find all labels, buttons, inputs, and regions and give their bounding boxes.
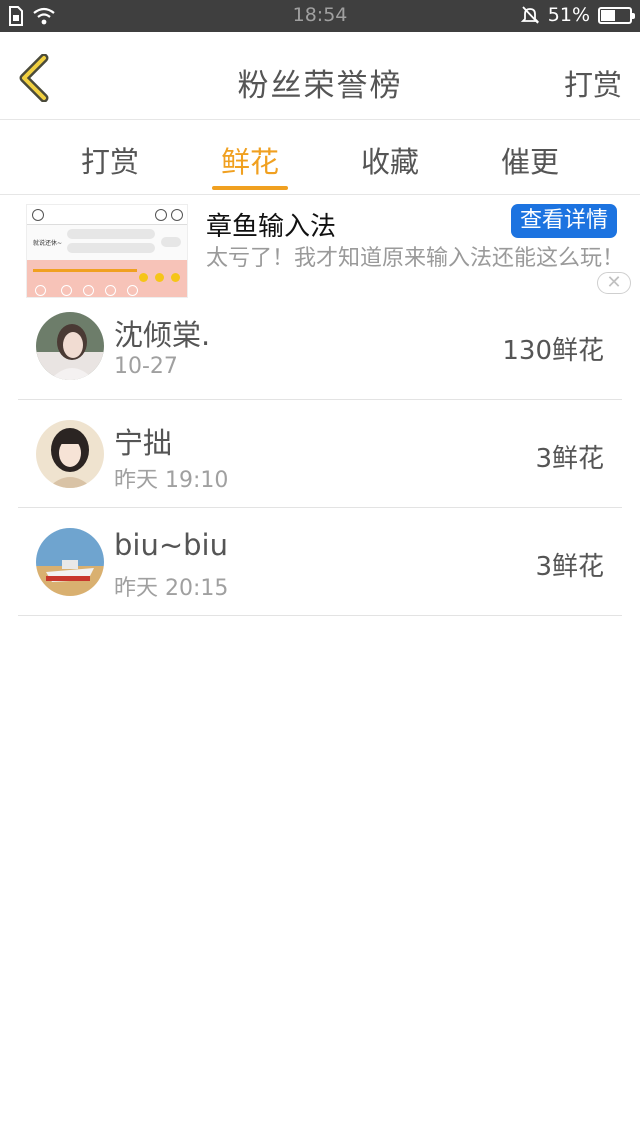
battery-percent: 51%: [547, 4, 590, 26]
fan-name: biu~biu: [114, 528, 228, 562]
ad-thumb-chip: [67, 229, 155, 239]
ad-thumb-back-icon: [32, 209, 44, 221]
ad-thumb-sun-icon: [139, 273, 148, 282]
ad-thumb-progress: [33, 269, 137, 272]
ad-thumbnail[interactable]: 就说还休~: [26, 204, 188, 298]
ad-banner[interactable]: 就说还休~ 章鱼输入法 查看详情 太亏了！我才知道原来输入法还能这么玩！: [0, 196, 640, 300]
ad-thumb-chip: [161, 237, 181, 247]
avatar: [36, 528, 104, 596]
ad-thumb-emoji-icon: [155, 209, 167, 221]
fan-row[interactable]: 宁拙 昨天 19:10 3鲜花: [18, 400, 622, 508]
avatar: [36, 420, 104, 488]
fan-flower-count: 3鲜花: [535, 552, 604, 582]
ad-title: 章鱼输入法: [206, 212, 337, 242]
page-title: 粉丝荣誉榜: [237, 68, 403, 104]
ad-thumb-plus-icon: [171, 209, 183, 221]
avatar-image: [36, 312, 104, 380]
tab-flowers[interactable]: 鲜花: [200, 121, 300, 194]
status-right-icons: 51%: [520, 4, 635, 26]
avatar: [36, 312, 104, 380]
tab-urge-update[interactable]: 催更: [480, 121, 580, 194]
fan-flower-count: 3鲜花: [535, 444, 604, 474]
ad-thumb-sun-icon: [155, 273, 164, 282]
ad-thumb-caption: 就说还休~: [33, 240, 63, 247]
reward-button[interactable]: 打赏: [564, 62, 622, 104]
fan-time: 昨天 19:10: [114, 468, 229, 493]
ad-view-details-button[interactable]: 查看详情: [511, 204, 617, 238]
mute-bell-icon: [520, 6, 539, 24]
ad-thumb-chip: [67, 243, 155, 253]
tab-bar: 打赏 鲜花 收藏 催更: [0, 121, 640, 195]
ad-thumb-sun-icon: [171, 273, 180, 282]
fan-name: 宁拙: [114, 426, 173, 460]
fan-row[interactable]: biu~biu 昨天 20:15 3鲜花: [18, 508, 622, 616]
fan-name: 沈倾棠.: [114, 318, 211, 352]
avatar-image: [36, 528, 104, 596]
fan-flower-count: 130鲜花: [502, 336, 604, 366]
fan-time: 10-27: [114, 354, 178, 379]
battery-level: [601, 9, 616, 21]
battery-icon: [598, 6, 635, 24]
fan-list: 沈倾棠. 10-27 130鲜花 宁拙 昨天 19:10 3鲜花 biu~biu…: [18, 292, 622, 616]
tab-reward[interactable]: 打赏: [60, 121, 160, 194]
header: 粉丝荣誉榜 打赏: [0, 32, 640, 120]
avatar-image: [36, 420, 104, 488]
fan-row[interactable]: 沈倾棠. 10-27 130鲜花: [18, 292, 622, 400]
ad-close-button[interactable]: ✕: [597, 272, 631, 294]
ad-description: 太亏了！我才知道原来输入法还能这么玩！: [206, 246, 625, 271]
fan-time: 昨天 20:15: [114, 576, 229, 601]
tab-favorites[interactable]: 收藏: [340, 121, 440, 194]
status-bar: 18:54 51%: [0, 0, 640, 32]
